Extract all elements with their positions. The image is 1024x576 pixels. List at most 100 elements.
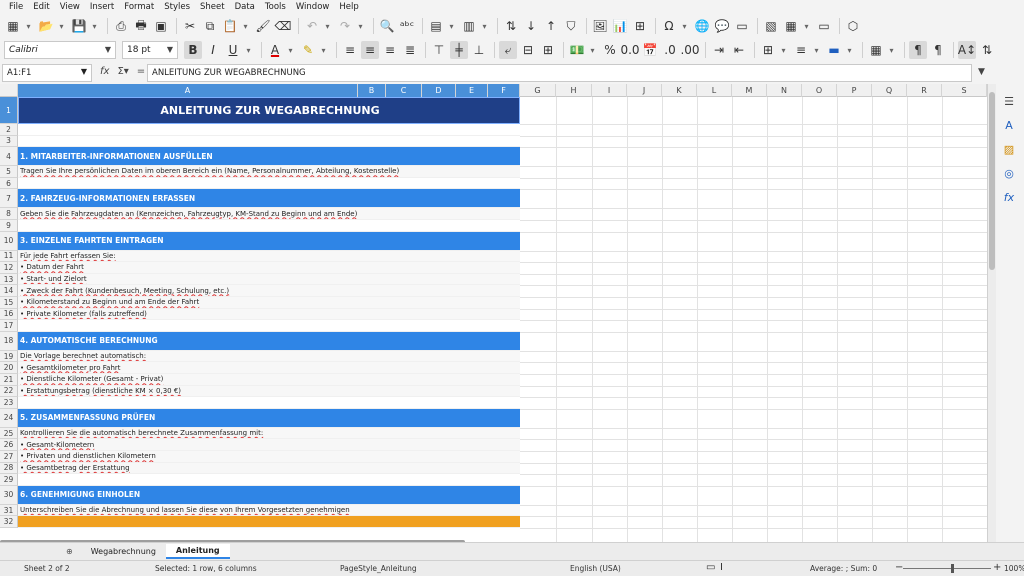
table-row[interactable]: Tragen Sie Ihre persönlichen Daten im ob… — [18, 166, 520, 178]
define-print-area-icon[interactable]: ▧ — [762, 17, 780, 35]
zoom-in-icon[interactable]: + — [993, 562, 1001, 573]
column-header-g[interactable]: G — [520, 84, 556, 97]
row-header[interactable]: 16 — [0, 308, 18, 321]
hyperlink-icon[interactable]: 🌐 — [693, 17, 711, 35]
menu-file[interactable]: File — [4, 2, 28, 12]
border-style-dropdown-icon[interactable]: ▾ — [812, 41, 821, 59]
table-row[interactable] — [18, 516, 520, 528]
column-icon[interactable]: ▥ — [460, 17, 478, 35]
open-folder-icon[interactable]: 📂 — [37, 17, 55, 35]
row-header[interactable]: 29 — [0, 474, 18, 486]
table-row[interactable]: • Private Kilometer (falls zutreffend) — [18, 308, 520, 321]
gallery-icon[interactable]: ▨ — [1000, 142, 1018, 156]
find-replace-icon[interactable]: 🔍 — [378, 17, 396, 35]
currency-dropdown-icon[interactable]: ▾ — [588, 41, 597, 59]
border-style-icon[interactable]: ≡ — [792, 41, 810, 59]
functions-icon[interactable]: fx — [1000, 190, 1018, 204]
status-page-style[interactable]: PageStyle_Anleitung — [340, 564, 417, 573]
table-row[interactable] — [18, 136, 520, 148]
row-header[interactable]: 13 — [0, 273, 18, 286]
redo-icon[interactable]: ↷ — [336, 17, 354, 35]
sort-ascending-icon[interactable]: ↓ — [522, 17, 540, 35]
table-row[interactable]: Die Vorlage berechnet automatisch: — [18, 350, 520, 363]
align-middle-icon[interactable]: ╪ — [450, 41, 468, 59]
print-icon[interactable]: 🖶 — [132, 17, 150, 35]
column-header-j[interactable]: J — [627, 84, 662, 97]
text-direction-ltr-icon[interactable]: ¶ — [909, 41, 927, 59]
name-box[interactable]: A1:F1 ▼ — [2, 64, 92, 82]
row-header[interactable]: 26 — [0, 439, 18, 451]
expand-formula-bar-icon[interactable]: ▼ — [978, 67, 985, 77]
row-header[interactable]: 19 — [0, 350, 18, 363]
merged-title-cell[interactable]: ANLEITUNG ZUR WEGABRECHNUNG — [18, 97, 520, 124]
decrease-indent-icon[interactable]: ⇤ — [730, 41, 748, 59]
menu-edit[interactable]: Edit — [28, 2, 54, 12]
cell-area[interactable]: ANLEITUNG ZUR WEGABRECHNUNG 1. MITARBEITE… — [18, 97, 987, 542]
table-row[interactable] — [18, 178, 520, 190]
zoom-slider-handle[interactable] — [951, 564, 954, 573]
freeze-dropdown-icon[interactable]: ▾ — [802, 17, 811, 35]
vertical-scrollbar[interactable] — [988, 84, 996, 542]
column-header-n[interactable]: N — [767, 84, 802, 97]
menu-help[interactable]: Help — [334, 2, 363, 12]
freeze-rows-columns-icon[interactable]: ▦ — [782, 17, 800, 35]
table-row[interactable] — [18, 474, 520, 486]
table-row[interactable]: • Gesamtbetrag der Erstattung — [18, 462, 520, 475]
save-dropdown-icon[interactable]: ▾ — [90, 17, 99, 35]
border-color-dropdown-icon[interactable]: ▾ — [845, 41, 854, 59]
row-header[interactable]: 4 — [0, 147, 18, 167]
insert-chart-icon[interactable]: 📊 — [611, 17, 629, 35]
row-header[interactable]: 15 — [0, 297, 18, 309]
unmerge-icon[interactable]: ⊞ — [539, 41, 557, 59]
column-header-e[interactable]: E — [456, 84, 488, 97]
table-row[interactable]: • Zweck der Fahrt (Kundenbesuch, Meeting… — [18, 285, 520, 297]
row-header[interactable]: 18 — [0, 331, 18, 351]
status-zoom[interactable]: 100% — [1004, 564, 1024, 573]
column-header-s[interactable]: S — [942, 84, 987, 97]
vertical-text-icon[interactable]: A↕ — [958, 41, 976, 59]
pivot-table-icon[interactable]: ⊞ — [631, 17, 649, 35]
justify-icon[interactable]: ≣ — [401, 41, 419, 59]
row-header[interactable]: 6 — [0, 177, 18, 190]
underline-dropdown-icon[interactable]: ▾ — [244, 41, 253, 59]
row-header[interactable]: 23 — [0, 397, 18, 409]
row-header[interactable]: 5 — [0, 166, 18, 178]
highlight-color-icon[interactable]: ✎ — [299, 41, 317, 59]
column-header-k[interactable]: K — [662, 84, 697, 97]
row-header[interactable]: 22 — [0, 385, 18, 398]
align-center-icon[interactable]: ≡ — [361, 41, 379, 59]
table-row[interactable]: • Start- und Zielort — [18, 273, 520, 286]
table-row[interactable]: • Kilometerstand zu Beginn und am Ende d… — [18, 297, 520, 309]
add-sheet-icon[interactable]: ⊕ — [66, 547, 73, 556]
undo-dropdown-icon[interactable]: ▾ — [323, 17, 332, 35]
row-header[interactable]: 8 — [0, 208, 18, 220]
table-row[interactable]: Geben Sie die Fahrzeugdaten an (Kennzeic… — [18, 208, 520, 220]
properties-icon[interactable]: ☰ — [1000, 94, 1018, 108]
clone-formatting-icon[interactable]: 🖌 — [254, 17, 272, 35]
font-color-icon[interactable]: A — [266, 41, 284, 59]
table-row[interactable]: Für jede Fahrt erfassen Sie: — [18, 250, 520, 263]
insert-image-icon[interactable]: 🖼 — [591, 17, 609, 35]
menu-tools[interactable]: Tools — [260, 2, 291, 12]
section-header-cell[interactable]: 6. GENEHMIGUNG EINHOLEN — [18, 485, 520, 505]
column-header-c[interactable]: C — [386, 84, 422, 97]
borders-dropdown-icon[interactable]: ▾ — [779, 41, 788, 59]
borders-icon[interactable]: ⊞ — [759, 41, 777, 59]
percent-format-icon[interactable]: % — [601, 41, 619, 59]
paste-icon[interactable]: 📋 — [221, 17, 239, 35]
sum-icon[interactable]: Σ▾ — [117, 66, 128, 77]
column-header-d[interactable]: D — [422, 84, 456, 97]
increase-indent-icon[interactable]: ⇥ — [710, 41, 728, 59]
row-header[interactable]: 20 — [0, 362, 18, 374]
font-size-combo[interactable]: 18 pt ▼ — [122, 41, 178, 59]
row-dropdown-icon[interactable]: ▾ — [447, 17, 456, 35]
merge-center-icon[interactable]: ⊟ — [519, 41, 537, 59]
equals-icon[interactable]: = — [137, 66, 145, 77]
table-row[interactable]: Unterschreiben Sie die Abrechnung und la… — [18, 504, 520, 517]
selection-mode-icon[interactable]: ▭ — [706, 562, 715, 573]
print-preview-icon[interactable]: ▣ — [152, 17, 170, 35]
row-header[interactable]: 9 — [0, 220, 18, 232]
highlight-dropdown-icon[interactable]: ▾ — [319, 41, 328, 59]
underline-icon[interactable]: U — [224, 41, 242, 59]
row-header[interactable]: 7 — [0, 189, 18, 209]
